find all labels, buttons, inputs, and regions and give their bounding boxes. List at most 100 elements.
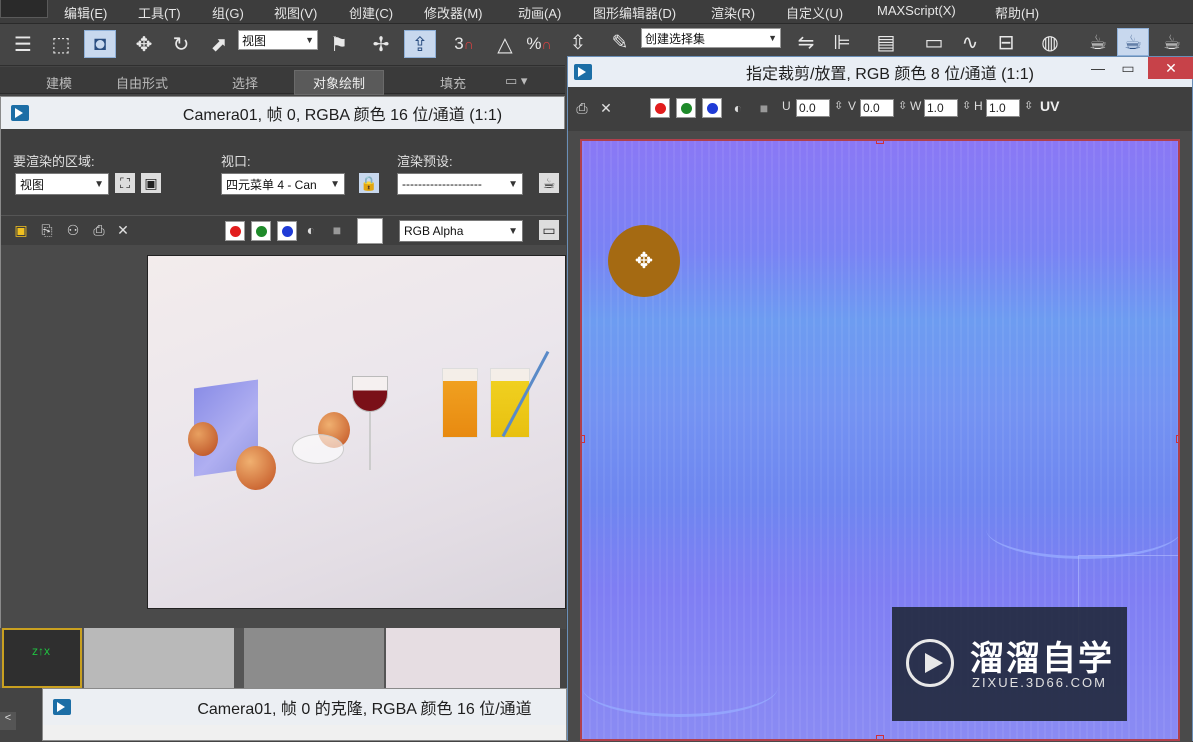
scroll-left-icon[interactable]: < [0,712,16,730]
tab-populate[interactable]: 填充 [440,73,466,92]
app-window-icon [574,64,592,80]
rect-selection-icon[interactable]: ⬚ [46,30,76,58]
spinner-snap-icon[interactable]: ⇳ [565,28,591,56]
edit-region-icon[interactable]: ⛶ [115,173,135,193]
angle-snap-icon[interactable]: △ [490,30,520,58]
auto-region-icon[interactable]: ▣ [141,173,161,193]
monochrome-icon[interactable]: ■ [327,220,347,240]
alpha-channel-icon[interactable]: ◐ [301,220,321,240]
snap-toggle-icon[interactable]: 3 ∩ [448,30,480,58]
area-to-render-dropdown[interactable]: 视图 ▼ [15,173,109,195]
menu-animation[interactable]: 动画(A) [518,3,561,22]
menu-create[interactable]: 创建(C) [349,3,393,22]
channel-display-dropdown[interactable]: RGB Alpha ▼ [399,220,523,242]
menu-modifiers[interactable]: 修改器(M) [424,3,483,22]
spinner-arrows-icon[interactable]: ⇳ [898,99,907,112]
glass-bowl [292,434,344,464]
lock-icon[interactable]: 🔒 [359,173,379,193]
color-swatch[interactable] [357,218,383,244]
tab-modeling[interactable]: 建模 [46,73,72,92]
green-channel-toggle[interactable] [251,221,271,241]
tab-object-paint[interactable]: 对象绘制 [294,70,385,95]
crop-handle[interactable] [876,141,884,144]
green-channel-toggle[interactable] [676,98,696,118]
app-window-icon [53,699,71,715]
alpha-channel-icon[interactable]: ◐ [728,98,748,118]
watermark-url: ZIXUE.3D66.COM [972,675,1107,690]
viewport-thumbnail[interactable] [244,628,384,688]
viewport-thumbnail[interactable] [386,628,560,688]
scale-icon[interactable]: ⬈ [204,30,234,58]
ribbon-options-icon[interactable]: ▭ ▾ [505,73,527,89]
menu-help[interactable]: 帮助(H) [995,3,1039,22]
render-setup-small-icon[interactable]: ☕ [539,173,559,193]
render-production-icon[interactable]: ☕ [1157,28,1187,56]
spinner-arrows-icon[interactable]: ⇳ [962,99,971,112]
close-button[interactable]: ✕ [1148,57,1193,79]
crop-handle[interactable] [582,435,585,443]
clone-window-icon[interactable]: ⚇ [63,220,83,240]
h-spinner[interactable]: 1.0 [986,99,1020,117]
copy-image-icon[interactable]: ⎘ [37,220,57,240]
move-crop-handle[interactable]: ✥ [608,225,680,297]
blue-channel-toggle[interactable] [277,221,297,241]
render-preset-dropdown[interactable]: -------------------- ▼ [397,173,523,195]
pivot-icon[interactable]: ⚑ [324,30,354,58]
menu-graph-editors[interactable]: 图形编辑器(D) [593,3,676,22]
spinner-arrows-icon[interactable]: ⇳ [1024,99,1033,112]
spinner-arrows-icon[interactable]: ⇳ [834,99,843,112]
align-icon[interactable]: ⊫ [827,28,857,56]
curve-editor-icon[interactable]: ∿ [955,28,985,56]
red-channel-toggle[interactable] [650,98,670,118]
tab-freeform[interactable]: 自由形式 [116,73,168,92]
menu-maxscript[interactable]: MAXScript(X) [877,3,956,18]
crop-handle[interactable] [1176,435,1178,443]
schematic-view-icon[interactable]: ⊟ [991,28,1021,56]
render-setup-icon[interactable]: ☕ [1083,28,1113,56]
v-spinner[interactable]: 0.0 [860,99,894,117]
w-spinner[interactable]: 1.0 [924,99,958,117]
select-by-name-icon[interactable]: ☰ [8,30,38,58]
menu-rendering[interactable]: 渲染(R) [711,3,755,22]
window-crossing-icon[interactable]: ◘ [84,30,116,58]
layer-manager-icon[interactable]: ▤ [871,28,901,56]
monochrome-icon[interactable]: ■ [754,98,774,118]
crop-handle[interactable] [876,735,884,739]
viewport-dropdown[interactable]: 四元菜单 4 - Can ▼ [221,173,345,195]
named-selection-dropdown[interactable]: 创建选择集 ▼ [641,28,781,48]
apple [236,446,276,490]
clear-icon[interactable]: ✕ [113,220,133,240]
rendered-frame-window-icon[interactable]: ☕ [1117,28,1149,56]
menu-group[interactable]: 组(G) [212,3,244,22]
print-icon[interactable]: ⎙ [89,220,109,240]
clone-window-titlebar: Camera01, 帧 0 的克隆, RGBA 颜色 16 位/通道 [43,689,566,725]
manipulate-icon[interactable]: ✢ [366,30,396,58]
maximize-button[interactable]: ▭ [1106,57,1150,79]
reference-coordinate-dropdown[interactable]: 视图 ▼ [238,30,318,50]
print-icon[interactable]: ⎙ [572,98,592,118]
menu-customize[interactable]: 自定义(U) [786,3,843,22]
red-channel-toggle[interactable] [225,221,245,241]
viewport-thumbnail[interactable] [84,628,234,688]
mirror-icon[interactable]: ⇋ [791,28,821,56]
viewport-thumbnail[interactable]: z↑x [2,628,82,688]
u-label: U [782,99,791,113]
app-logo[interactable] [0,0,48,18]
blue-channel-toggle[interactable] [702,98,722,118]
uv-toggle[interactable]: UV [1040,98,1059,114]
percent-snap-icon[interactable]: % ∩ [524,30,554,58]
toggle-ui-icon[interactable]: ▭ [539,220,559,240]
menu-edit[interactable]: 编辑(E) [64,3,107,22]
move-icon[interactable]: ✥ [128,30,160,58]
menu-tools[interactable]: 工具(T) [138,3,181,22]
material-editor-icon[interactable]: ◍ [1035,28,1065,56]
menu-view[interactable]: 视图(V) [274,3,317,22]
edit-named-selection-icon[interactable]: ✎ [605,28,635,56]
clear-icon[interactable]: ✕ [596,98,616,118]
tab-selection[interactable]: 选择 [232,73,258,92]
rotate-icon[interactable]: ↻ [166,30,196,58]
u-spinner[interactable]: 0.0 [796,99,830,117]
save-image-icon[interactable]: ▣ [11,220,31,240]
keyboard-shortcut-icon[interactable]: ⇪ [404,30,436,58]
ribbon-toggle-icon[interactable]: ▭ [919,28,949,56]
